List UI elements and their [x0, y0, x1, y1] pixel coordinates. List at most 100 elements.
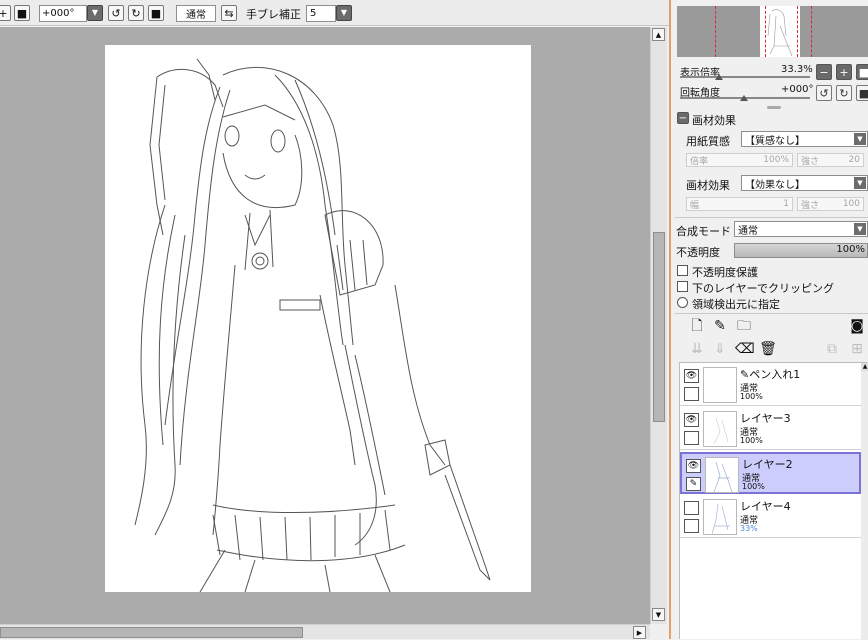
nav-guide-line	[715, 6, 716, 57]
stabilizer-input[interactable]: 5	[306, 5, 336, 22]
media-effect-select[interactable]: 【効果なし】 ▼	[741, 175, 868, 191]
rotate-right-panel-icon[interactable]: ↻	[836, 85, 852, 101]
layer-thumbnail	[705, 457, 739, 493]
layer-item-selected[interactable]: 👁 ✎ レイヤー2 通常 100%	[680, 452, 861, 494]
vertical-scroll-thumb[interactable]	[653, 232, 665, 422]
protect-opacity-label: 不透明度保護	[692, 266, 758, 279]
reset-rotation-icon[interactable]: ■	[148, 5, 164, 21]
opacity-value: 100%	[836, 244, 865, 255]
layer-name: レイヤー2	[742, 458, 793, 471]
scroll-right-icon[interactable]: ▶	[633, 626, 646, 639]
rotate-left-icon[interactable]: ↺	[108, 5, 124, 21]
paper-strength-label: 強さ	[801, 156, 820, 167]
clip-lower-label: 下のレイヤーでクリッピング	[692, 282, 835, 295]
angle-slider-knob[interactable]	[740, 95, 748, 101]
lineart-drawing	[134, 58, 491, 593]
layer-list-scrollbar[interactable]: ▲	[861, 363, 868, 640]
paper-strength-value: 20	[848, 155, 860, 165]
canvas-vertical-scrollbar[interactable]: ▲ ▼	[650, 27, 667, 624]
canvas-area[interactable]	[0, 27, 650, 624]
region-source-radio[interactable]	[677, 297, 688, 308]
media-effect-label: 画材効果	[686, 179, 730, 192]
zoom-slider-knob[interactable]	[715, 74, 723, 80]
pen-icon[interactable]: ✎	[686, 477, 701, 491]
section-divider	[675, 313, 868, 314]
top-toolbar: + ■ +000° ▼ ↺ ↻ ■ 通常 ⇆ 手ブレ補正 5 ▼	[0, 0, 670, 26]
drawing-canvas[interactable]	[105, 45, 531, 593]
paper-scale-value: 100%	[763, 155, 789, 165]
layer-item[interactable]: 👁 レイヤー3 通常 100%	[680, 408, 861, 450]
layer-item[interactable]: 👁 ✎ペン入れ1 通常 100%	[680, 364, 861, 406]
chevron-down-icon[interactable]: ▼	[854, 177, 866, 189]
zoom-out-icon[interactable]: −	[816, 64, 832, 80]
horizontal-scroll-thumb[interactable]	[0, 627, 303, 638]
nav-guide-line	[765, 6, 766, 57]
effect-strength-field: 強さ 100	[797, 197, 864, 211]
layer-lock-checkbox[interactable]	[684, 431, 699, 445]
eye-icon[interactable]: 👁	[686, 459, 701, 473]
layer-mask-icon[interactable]: ◙	[848, 318, 866, 336]
layer-thumbnail	[703, 367, 737, 403]
collapse-material-icon[interactable]: −	[677, 112, 689, 124]
right-panel: 表示倍率 33.3% − + ■ 回転角度 +000° ↺ ↻ ■ − 画材効果…	[671, 0, 868, 640]
layer-item[interactable]: レイヤー4 通常 33%	[680, 496, 861, 538]
scroll-up-icon[interactable]: ▲	[861, 363, 868, 371]
blend-mode-select[interactable]: 通常 ▼	[734, 221, 868, 237]
paper-texture-select[interactable]: 【質感なし】 ▼	[741, 131, 868, 147]
protect-opacity-checkbox[interactable]	[677, 265, 688, 276]
scroll-down-icon[interactable]: ▼	[652, 608, 665, 621]
merge-visible-icon: ⧉	[827, 341, 837, 357]
media-effect-value: 【効果なし】	[745, 179, 805, 191]
rotate-right-icon[interactable]: ↻	[128, 5, 144, 21]
layer-visibility-toggle[interactable]	[684, 501, 699, 515]
navigator-preview[interactable]	[677, 6, 868, 57]
merge-all-icon: ⊞	[851, 341, 863, 357]
layer-name: レイヤー4	[740, 500, 791, 513]
stabilizer-dropdown-icon[interactable]: ▼	[336, 5, 352, 21]
nav-guide-line	[811, 6, 812, 57]
effect-strength-label: 強さ	[801, 200, 820, 211]
effect-width-label: 幅	[690, 200, 700, 211]
scroll-up-icon[interactable]: ▲	[652, 28, 665, 41]
rotation-dropdown-icon[interactable]: ▼	[87, 5, 103, 21]
chevron-down-icon[interactable]: ▼	[854, 133, 866, 145]
layer-name: ✎ペン入れ1	[740, 366, 800, 382]
zoom-slider[interactable]	[680, 76, 810, 78]
rotation-input[interactable]: +000°	[39, 5, 87, 22]
new-layer-icon[interactable]: 🗋	[688, 318, 706, 336]
zoom-value: 33.3%	[781, 64, 813, 75]
zoom-reset-icon[interactable]: ■	[856, 64, 868, 80]
canvas-horizontal-scrollbar[interactable]: ▶	[0, 624, 650, 639]
opacity-slider[interactable]: 100%	[734, 243, 868, 258]
eye-icon[interactable]: 👁	[684, 369, 699, 383]
effect-width-value: 1	[783, 199, 789, 209]
layer-list[interactable]: 👁 ✎ペン入れ1 通常 100% 👁 レイヤー3 通常 100% 👁 ✎ レイヤ…	[679, 362, 868, 640]
new-linework-layer-icon[interactable]: ✎	[711, 318, 729, 336]
rotate-left-panel-icon[interactable]: ↺	[816, 85, 832, 101]
eye-icon[interactable]: 👁	[684, 413, 699, 427]
plus-icon[interactable]: +	[0, 5, 11, 21]
layer-lock-checkbox[interactable]	[684, 519, 699, 533]
region-source-label: 領域検出元に指定	[692, 298, 780, 311]
blend-button[interactable]: 通常	[176, 5, 216, 22]
new-folder-icon[interactable]: 🗀	[735, 318, 753, 336]
flip-icon[interactable]: ⇆	[221, 5, 237, 21]
paper-scale-field: 倍率 100%	[686, 153, 793, 167]
stabilizer-label: 手ブレ補正	[246, 8, 301, 21]
clear-layer-icon[interactable]: ⌫	[735, 341, 755, 359]
nav-guide-line	[797, 6, 798, 57]
effect-width-field: 幅 1	[686, 197, 793, 211]
merge-down-icon: ⇓	[714, 341, 726, 357]
square-icon[interactable]: ■	[14, 5, 30, 21]
layer-opacity: 100%	[742, 482, 765, 491]
delete-layer-icon[interactable]: 🗑	[759, 341, 777, 359]
paper-scale-label: 倍率	[690, 156, 709, 167]
clip-lower-checkbox[interactable]	[677, 281, 688, 292]
layer-lock-checkbox[interactable]	[684, 387, 699, 401]
reset-angle-icon[interactable]: ■	[856, 85, 868, 101]
zoom-in-icon[interactable]: +	[836, 64, 852, 80]
panel-grip[interactable]	[767, 106, 781, 109]
layer-opacity: 100%	[740, 392, 763, 401]
transfer-down-icon: ⇊	[691, 341, 703, 357]
chevron-down-icon[interactable]: ▼	[854, 223, 866, 235]
